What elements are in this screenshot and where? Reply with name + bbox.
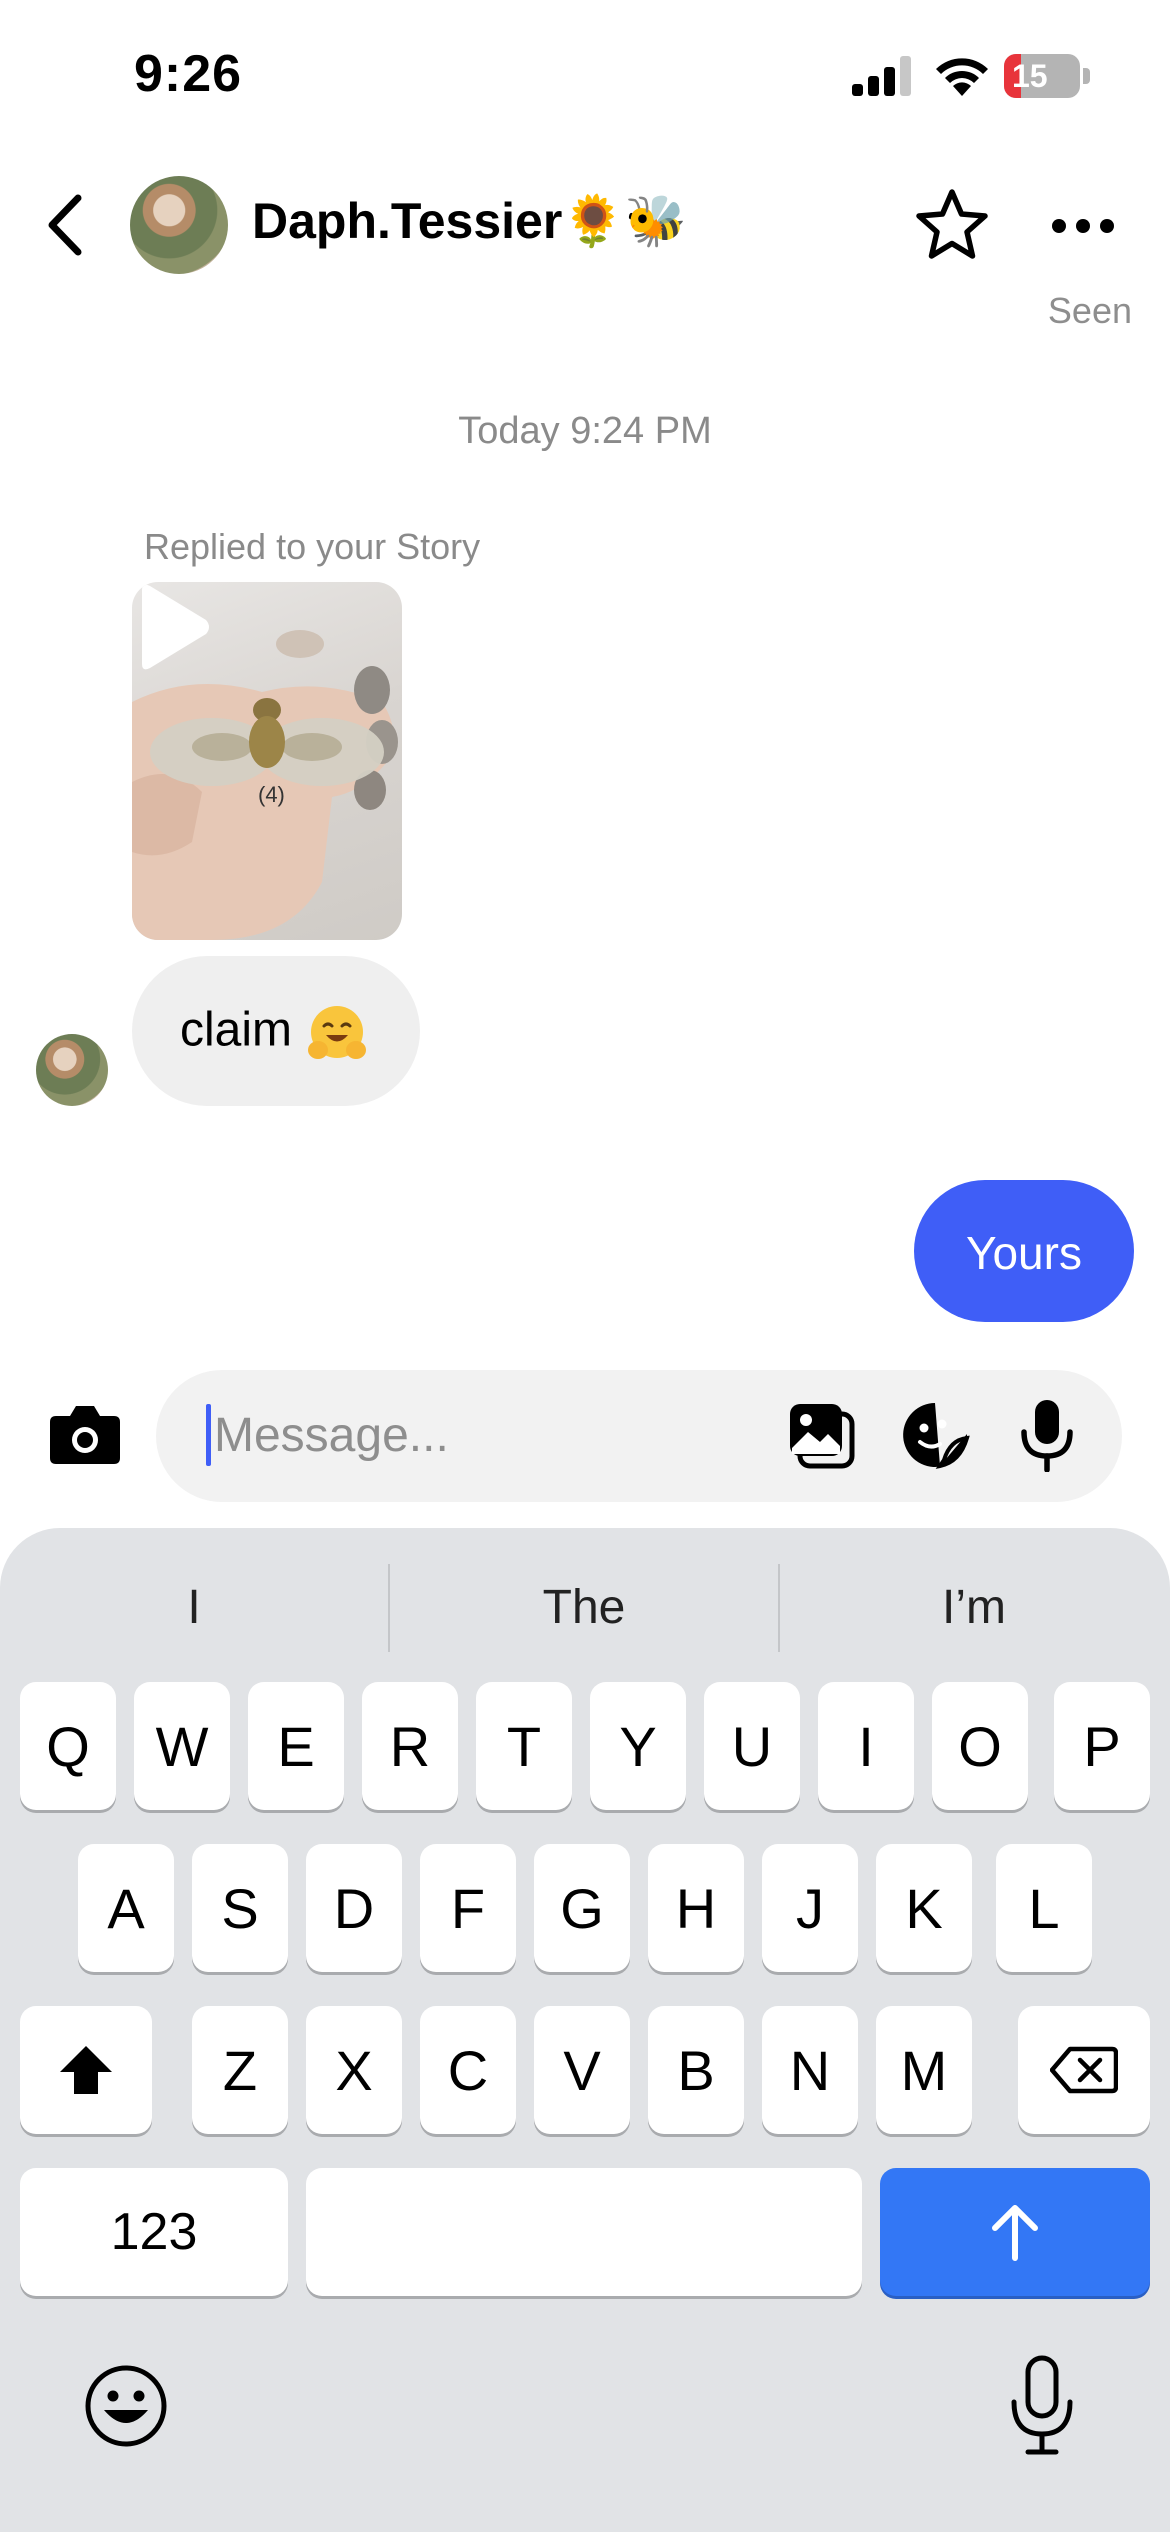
signal-icon [852,56,911,96]
suggestion-3[interactable]: I’m [780,1568,1168,1648]
suggestion-1[interactable]: I [0,1568,388,1648]
outgoing-message-text: Yours [966,1227,1082,1279]
key-u[interactable]: U [704,1682,800,1810]
battery-indicator: 15 [1004,54,1090,98]
key-v[interactable]: V [534,2006,630,2134]
story-tag: (4) [258,782,285,807]
dictation-microphone-icon[interactable] [1006,2354,1078,2458]
key-l[interactable]: L [996,1844,1092,1972]
text-cursor [206,1404,211,1466]
star-icon[interactable] [914,188,990,262]
key-f[interactable]: F [420,1844,516,1972]
camera-icon[interactable] [48,1398,122,1468]
outgoing-message-bubble[interactable]: Yours [914,1180,1134,1322]
story-reply-label: Replied to your Story [144,526,481,567]
key-s[interactable]: S [192,1844,288,1972]
arrow-up-icon [992,2205,1038,2261]
back-chevron-icon[interactable] [40,192,92,258]
key-b[interactable]: B [648,2006,744,2134]
key-h[interactable]: H [648,1844,744,1972]
play-icon[interactable] [132,582,212,672]
key-a[interactable]: A [78,1844,174,1972]
key-t[interactable]: T [476,1682,572,1810]
key-x[interactable]: X [306,2006,402,2134]
delete-key[interactable] [1018,2006,1150,2134]
incoming-message-bubble[interactable]: claim [132,956,420,1106]
chat-header: Daph.Tessier🌻🐝 [0,150,1170,300]
microphone-icon[interactable] [1018,1398,1076,1472]
key-q[interactable]: Q [20,1682,116,1810]
contact-avatar[interactable] [130,176,228,274]
key-e[interactable]: E [248,1682,344,1810]
key-n[interactable]: N [762,2006,858,2134]
emoji-keyboard-icon[interactable] [82,2362,170,2450]
key-g[interactable]: G [534,1844,630,1972]
hugging-face-emoji-icon [308,1006,367,1059]
key-i[interactable]: I [818,1682,914,1810]
key-m[interactable]: M [876,2006,972,2134]
shift-key[interactable] [20,2006,152,2134]
key-k[interactable]: K [876,1844,972,1972]
gallery-icon[interactable] [786,1400,856,1470]
key-r[interactable]: R [362,1682,458,1810]
seen-status: Seen [1047,290,1132,331]
message-input[interactable] [214,1400,814,1470]
status-time: 9:26 [134,45,243,103]
sender-avatar[interactable] [36,1034,108,1106]
battery-percent: 15 [1012,58,1048,94]
key-w[interactable]: W [134,1682,230,1810]
message-timestamp: Today 9:24 PM [458,410,712,452]
key-z[interactable]: Z [192,2006,288,2134]
suggestion-2[interactable]: The [390,1568,778,1648]
more-options-icon[interactable] [1050,216,1116,236]
key-o[interactable]: O [932,1682,1028,1810]
wifi-icon [936,58,988,96]
send-key[interactable] [880,2168,1150,2296]
sticker-icon[interactable] [900,1400,970,1470]
key-d[interactable]: D [306,1844,402,1972]
contact-name[interactable]: Daph.Tessier🌻🐝 [252,192,687,251]
key-c[interactable]: C [420,2006,516,2134]
keyboard: I The I’m Q W E R T Y U I O P A S D F G … [0,1528,1170,2532]
backspace-icon [1050,2046,1118,2094]
space-key[interactable] [306,2168,862,2296]
numbers-key[interactable]: 123 [20,2168,288,2296]
shift-arrow-icon [60,2046,112,2094]
key-y[interactable]: Y [590,1682,686,1810]
key-p[interactable]: P [1054,1682,1150,1810]
key-j[interactable]: J [762,1844,858,1972]
incoming-message-text: claim [180,1003,293,1057]
message-composer[interactable] [156,1370,1122,1502]
story-thumbnail[interactable]: (4) [132,582,402,940]
status-bar: 9:26 15 [0,0,1170,150]
